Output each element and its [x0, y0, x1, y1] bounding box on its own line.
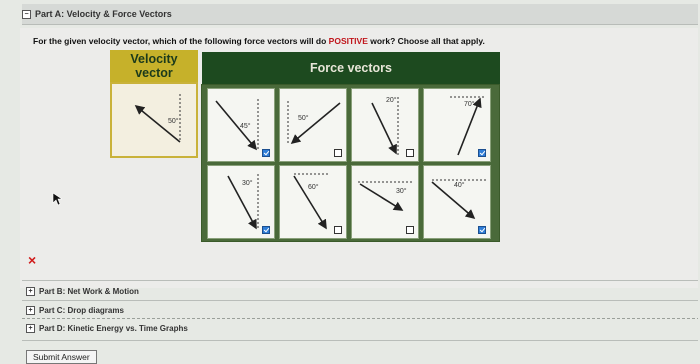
force-angle-label: 40° [454, 182, 465, 189]
force-angle-label: 70° [464, 101, 475, 108]
divider [22, 340, 698, 341]
part-a-title: Part A: Velocity & Force Vectors [35, 9, 172, 19]
force-checkbox-3[interactable] [406, 149, 414, 157]
part-c-title: Part C: Drop diagrams [39, 306, 124, 315]
divider [22, 300, 698, 301]
part-b-header[interactable]: + Part B: Net Work & Motion [26, 287, 139, 296]
collapse-toggle-icon[interactable]: − [22, 9, 31, 19]
submit-answer-button[interactable]: Submit Answer [26, 350, 97, 364]
force-angle-label: 60° [308, 184, 319, 191]
divider [22, 318, 698, 319]
velocity-angle-label: 50° [168, 118, 179, 125]
part-a-header[interactable]: − Part A: Velocity & Force Vectors [22, 4, 698, 25]
expand-toggle-icon[interactable]: + [26, 306, 35, 315]
question-highlight: POSITIVE [328, 36, 368, 46]
force-angle-label: 50° [298, 115, 309, 122]
part-d-header[interactable]: + Part D: Kinetic Energy vs. Time Graphs [26, 324, 188, 333]
mouse-cursor-icon [52, 192, 62, 206]
question-text-before: For the given velocity vector, which of … [33, 36, 329, 46]
force-option-4[interactable]: 70° [423, 88, 491, 162]
force-option-2[interactable]: 50° [279, 88, 347, 162]
velocity-vector-diagram [134, 94, 181, 143]
force-option-7[interactable]: 30° [351, 165, 419, 239]
force-angle-label: 30° [396, 188, 407, 195]
force-option-6[interactable]: 60° [279, 165, 347, 239]
force-checkbox-8[interactable] [478, 226, 486, 234]
force-checkbox-1[interactable] [262, 149, 270, 157]
velocity-header-line2: vector [135, 66, 173, 80]
question-text-after: work? Choose all that apply. [367, 36, 485, 46]
force-option-1[interactable]: 45° [207, 88, 275, 162]
part-b-title: Part B: Net Work & Motion [39, 287, 139, 296]
force-checkbox-5[interactable] [262, 226, 270, 234]
force-checkbox-6[interactable] [334, 226, 342, 234]
force-checkbox-7[interactable] [406, 226, 414, 234]
expand-toggle-icon[interactable]: + [26, 324, 35, 333]
expand-toggle-icon[interactable]: + [26, 287, 35, 296]
force-checkbox-4[interactable] [478, 149, 486, 157]
incorrect-icon: × [28, 252, 37, 268]
question-text: For the given velocity vector, which of … [33, 36, 485, 46]
force-angle-label: 45° [240, 123, 251, 130]
force-checkbox-2[interactable] [334, 149, 342, 157]
velocity-header: Velocity vector [110, 50, 198, 82]
force-angle-label: 20° [386, 97, 397, 104]
force-option-3[interactable]: 20° [351, 88, 419, 162]
force-option-8[interactable]: 40° [423, 165, 491, 239]
velocity-header-line1: Velocity [130, 52, 178, 66]
divider [22, 280, 698, 281]
force-header: Force vectors [202, 52, 500, 84]
velocity-vector-cell: 50° [110, 82, 198, 158]
force-vectors-grid: 45° 50° 20° 70° 30° 60° 30° 40° [201, 84, 500, 242]
force-option-5[interactable]: 30° [207, 165, 275, 239]
part-d-title: Part D: Kinetic Energy vs. Time Graphs [39, 324, 188, 333]
force-angle-label: 30° [242, 180, 253, 187]
part-c-header[interactable]: + Part C: Drop diagrams [26, 306, 124, 315]
